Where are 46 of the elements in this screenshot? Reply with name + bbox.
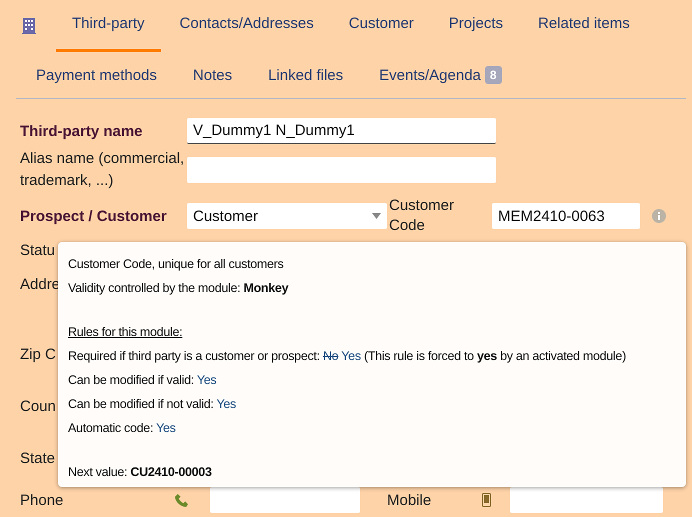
field-label: Third-party name	[20, 122, 144, 140]
rule-note: (This rule is forced to yes by an activated module)	[364, 349, 626, 363]
rule-value: Yes	[341, 349, 361, 363]
tab[interactable]: Events/Agenda 8	[379, 66, 502, 84]
rule-label: Can be modified if valid:	[68, 373, 195, 387]
tooltip-text: Validity controlled by the module: Monkey	[68, 280, 290, 296]
field-label: Customer Code	[388, 196, 456, 236]
tab[interactable]: Third-party	[56, 15, 161, 52]
rule-value: Yes	[196, 373, 216, 387]
count-badge: 8	[484, 66, 502, 84]
name-field[interactable]: V_Dummy1 N_Dummy1	[187, 118, 496, 144]
field-label: Phone	[20, 492, 64, 508]
field-label: Addre	[20, 276, 60, 293]
customer-code-field[interactable]: MEM2410-0063	[492, 203, 640, 229]
old-rule-value: No	[322, 349, 338, 363]
field-label: Zip C	[20, 346, 56, 363]
tab[interactable]: Contacts/Addresses	[164, 15, 330, 52]
tab[interactable]: Related items	[522, 15, 646, 52]
tab[interactable]: Payment methods	[36, 66, 157, 84]
tab[interactable]: Notes	[192, 66, 232, 84]
field-label: Coun	[20, 398, 56, 415]
phone-field[interactable]	[210, 487, 360, 513]
prospect-select[interactable]: Customer	[187, 203, 387, 229]
field-label: Prospect / Customer	[20, 208, 168, 224]
field-label: Statu	[20, 242, 56, 259]
field-label: Alias name (commercial, trademark, ...)	[20, 149, 186, 191]
rule-label: Required if third party is a customer or prospect:	[68, 349, 321, 363]
rule-value: Yes	[156, 421, 176, 435]
tab[interactable]: Projects	[432, 15, 519, 52]
field-label: Mobile	[387, 492, 432, 508]
tooltip-heading: Rules for this module:	[68, 324, 184, 340]
mobile-phone-icon	[482, 493, 491, 507]
rule-label: Automatic code:	[68, 421, 154, 435]
phone-icon	[175, 494, 188, 506]
info-icon[interactable]	[652, 209, 666, 223]
tooltip-text: Next value: CU2410-00003	[68, 464, 213, 480]
tab[interactable]: Customer	[332, 15, 430, 52]
rule-value: Yes	[216, 397, 236, 411]
alias-field[interactable]	[187, 157, 496, 183]
building-icon	[22, 18, 36, 34]
tab[interactable]: Linked files	[268, 66, 344, 84]
tooltip-text: Customer Code, unique for all customers	[68, 256, 284, 272]
caret-icon	[372, 213, 381, 219]
mobile-field[interactable]	[510, 487, 663, 513]
field-label: State	[20, 450, 56, 467]
rule-label: Can be modified if not valid:	[68, 397, 215, 411]
